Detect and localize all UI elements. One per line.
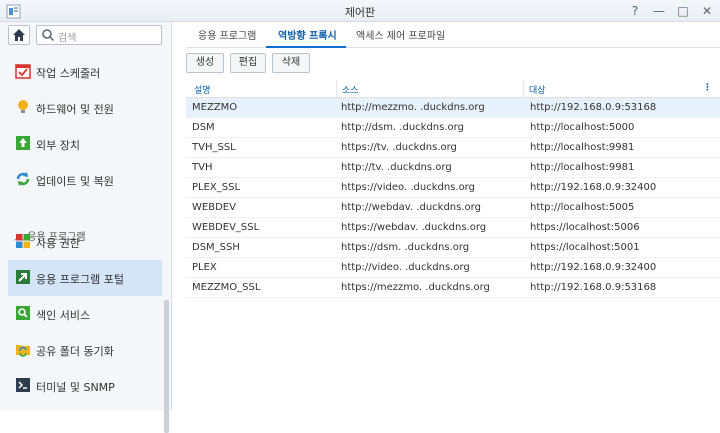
close-icon[interactable]: ✕ — [699, 3, 715, 19]
sidebar-item-shared-folder-sync[interactable]: 공유 폴더 동기화 — [8, 332, 162, 368]
minimize-icon[interactable]: — — [651, 3, 667, 19]
edit-button[interactable]: 편집 — [230, 53, 266, 73]
search-field[interactable]: 검색 — [36, 25, 162, 45]
magnifier-icon — [16, 306, 30, 320]
sidebar-scrollbar[interactable] — [164, 300, 169, 433]
table-row[interactable]: WEBDEV_SSL https://webdav. .duckdns.org … — [186, 218, 720, 238]
table-row[interactable]: MEZZMO http://mezzmo. .duckdns.org http:… — [186, 98, 720, 118]
cell-target: https://localhost:5006 — [530, 222, 640, 233]
table-row[interactable]: TVH http://tv. .duckdns.org http://local… — [186, 158, 720, 178]
cell-target: https://localhost:5001 — [530, 242, 640, 253]
sidebar-item-indexing-service[interactable]: 색인 서비스 — [8, 296, 162, 332]
cell-description: MEZZMO — [192, 102, 238, 113]
delete-button[interactable]: 삭제 — [272, 53, 310, 73]
table-row[interactable]: DSM http://dsm. .duckdns.org http://loca… — [186, 118, 720, 138]
tab-reverse-proxy[interactable]: 역방향 프록시 — [278, 27, 337, 42]
column-header-description[interactable]: 설명 — [194, 83, 211, 96]
search-icon — [42, 29, 55, 42]
cell-target: http://192.168.0.9:32400 — [530, 182, 657, 193]
sidebar-item-hardware-power[interactable]: 하드웨어 및 전원 — [8, 90, 162, 126]
window-title: 제어판 — [344, 6, 376, 19]
home-icon — [13, 29, 25, 41]
tab-bar: 응용 프로그램 역방향 프록시 액세스 제어 프로파일 — [186, 22, 720, 48]
cell-source: https://mezzmo. .duckdns.org — [341, 282, 490, 293]
cell-target: http://localhost:9981 — [530, 142, 635, 153]
sidebar-item-terminal-snmp[interactable]: 터미널 및 SNMP — [8, 368, 162, 404]
table-row[interactable]: DSM_SSH https://dsm. .duckdns.org https:… — [186, 238, 720, 258]
cell-target: http://localhost:5000 — [530, 122, 635, 133]
create-button[interactable]: 생성 — [186, 53, 224, 73]
cell-description: WEBDEV_SSL — [192, 222, 260, 233]
cell-source: http://tv. .duckdns.org — [341, 162, 452, 173]
folder-sync-icon — [16, 345, 30, 357]
refresh-icon — [16, 172, 30, 186]
cell-description: TVH — [192, 162, 213, 173]
sidebar-item-label: 사용 권한 — [36, 237, 80, 250]
cell-target: http://192.168.0.9:32400 — [530, 262, 657, 273]
cell-target: http://192.168.0.9:53168 — [530, 102, 657, 113]
sidebar-item-external-devices[interactable]: 외부 장치 — [8, 126, 162, 162]
column-divider — [336, 80, 337, 98]
cell-source: https://tv. .duckdns.org — [341, 142, 457, 153]
column-header-target[interactable]: 대상 — [529, 83, 546, 96]
lightbulb-icon — [18, 100, 28, 113]
column-header-source[interactable]: 소스 — [342, 83, 359, 96]
title-bar: 제어판 ? — □ ✕ — [0, 0, 720, 22]
cell-target: http://192.168.0.9:53168 — [530, 282, 657, 293]
active-tab-indicator — [266, 46, 346, 48]
sidebar-item-label: 응용 프로그램 포털 — [36, 273, 124, 286]
cell-description: PLEX — [192, 262, 217, 273]
sidebar: 검색 작업 스케줄러 하드웨어 및 전원 외부 장치 업데이트 및 복원 응용 … — [0, 22, 172, 433]
sidebar-item-label: 작업 스케줄러 — [36, 67, 101, 80]
sidebar-item-label: 색인 서비스 — [36, 309, 91, 322]
cell-source: https://video. .duckdns.org — [341, 182, 475, 193]
cell-source: http://video. .duckdns.org — [341, 262, 470, 273]
cell-target: http://localhost:5005 — [530, 202, 635, 213]
cell-description: TVH_SSL — [192, 142, 236, 153]
cell-source: https://dsm. .duckdns.org — [341, 242, 470, 253]
sidebar-item-privileges[interactable]: 사용 권한 — [8, 224, 162, 260]
cell-description: MEZZMO_SSL — [192, 282, 261, 293]
terminal-icon — [16, 378, 30, 392]
upload-icon — [16, 136, 30, 150]
table-row[interactable]: PLEX http://video. .duckdns.org http://1… — [186, 258, 720, 278]
table-header: 설명 소스 대상 ⋮ — [186, 80, 720, 98]
cell-source: http://mezzmo. .duckdns.org — [341, 102, 485, 113]
maximize-icon[interactable]: □ — [675, 3, 691, 19]
cell-description: WEBDEV — [192, 202, 236, 213]
cell-description: DSM_SSH — [192, 242, 240, 253]
home-button[interactable] — [8, 25, 30, 45]
sidebar-item-label: 하드웨어 및 전원 — [36, 103, 114, 116]
search-placeholder: 검색 — [58, 33, 77, 44]
sidebar-item-task-scheduler[interactable]: 작업 스케줄러 — [8, 54, 162, 90]
column-menu-icon[interactable]: ⋮ — [703, 83, 712, 93]
table-row[interactable]: TVH_SSL https://tv. .duckdns.org http://… — [186, 138, 720, 158]
sidebar-item-label: 공유 폴더 동기화 — [36, 345, 114, 358]
cell-description: DSM — [192, 122, 215, 133]
help-icon[interactable]: ? — [627, 3, 643, 19]
sidebar-item-application-portal[interactable]: 응용 프로그램 포털 — [8, 260, 162, 296]
column-divider — [523, 80, 524, 98]
cell-source: https://webdav. .duckdns.org — [341, 222, 487, 233]
sidebar-item-label: 터미널 및 SNMP — [36, 381, 115, 394]
cell-target: http://localhost:9981 — [530, 162, 635, 173]
calendar-check-icon — [15, 64, 31, 79]
table-row[interactable]: WEBDEV http://webdav. .duckdns.org http:… — [186, 198, 720, 218]
sidebar-item-label: 외부 장치 — [36, 139, 80, 152]
grid-icon — [16, 234, 30, 248]
tab-applications[interactable]: 응용 프로그램 — [198, 27, 256, 42]
table-row[interactable]: MEZZMO_SSL https://mezzmo. .duckdns.org … — [186, 278, 720, 298]
cell-source: http://webdav. .duckdns.org — [341, 202, 481, 213]
control-panel-window: 제어판 ? — □ ✕ 검색 작업 스케줄러 하드웨어 및 전원 외부 장치 업… — [0, 0, 720, 433]
sidebar-item-label: 업데이트 및 복원 — [36, 175, 114, 188]
table-row[interactable]: PLEX_SSL https://video. .duckdns.org htt… — [186, 178, 720, 198]
cell-description: PLEX_SSL — [192, 182, 241, 193]
portal-arrow-icon — [16, 270, 30, 284]
tab-access-control-profile[interactable]: 액세스 제어 프로파일 — [356, 27, 445, 42]
cell-source: http://dsm. .duckdns.org — [341, 122, 464, 133]
sidebar-item-update-restore[interactable]: 업데이트 및 복원 — [8, 162, 162, 198]
